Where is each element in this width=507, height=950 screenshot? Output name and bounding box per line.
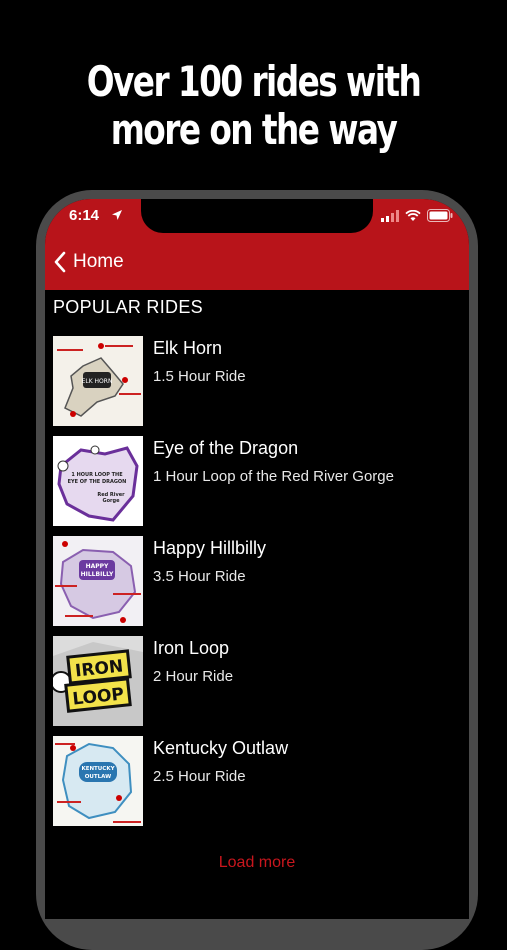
promo-headline: Over 100 rides with more on the way [56,58,451,154]
svg-text:Gorge: Gorge [103,498,121,504]
list-item[interactable]: KENTUCKY OUTLAW Kentucky Outlaw 2.5 Hour… [53,735,463,835]
section-title: POPULAR RIDES [53,297,203,317]
status-time: 6:14 [69,207,100,224]
promo-line-1: Over 100 rides with [86,57,422,106]
happy-hillbilly-map-thumbnail: HAPPY HILLBILLY [53,536,143,626]
load-more-button[interactable]: Load more [45,854,469,872]
svg-text:HAPPY: HAPPY [86,563,109,570]
ride-name: Elk Horn [153,338,223,358]
location-arrow-icon [112,210,122,220]
list-item[interactable]: HAPPY HILLBILLY Happy Hillbilly 3.5 Hour… [53,535,463,635]
list-item[interactable]: IRON LOOP Iron Loop 2 Hour Ride [53,635,463,735]
svg-text:HILLBILLY: HILLBILLY [81,571,114,578]
battery-icon [427,209,453,222]
promo-line-2: more on the way [110,105,398,154]
ride-subtitle: 3.5 Hour Ride [153,568,246,585]
svg-text:OUTLAW: OUTLAW [85,774,111,780]
svg-text:1 HOUR LOOP THE: 1 HOUR LOOP THE [71,472,123,478]
svg-text:EYE OF THE DRAGON: EYE OF THE DRAGON [68,479,127,485]
rides-list: ELK HORN Elk Horn 1.5 Hour Ride 1 HOUR L… [53,335,463,835]
svg-text:ELK HORN: ELK HORN [82,378,113,385]
status-icons [381,209,453,222]
ride-name: Eye of the Dragon [153,438,299,458]
ride-subtitle: 2 Hour Ride [153,668,234,685]
ride-subtitle: 2.5 Hour Ride [153,768,246,785]
list-item[interactable]: 1 HOUR LOOP THE EYE OF THE DRAGON Red Ri… [53,435,463,535]
eye-of-the-dragon-map-thumbnail: 1 HOUR LOOP THE EYE OF THE DRAGON Red Ri… [53,436,143,526]
list-item[interactable]: ELK HORN Elk Horn 1.5 Hour Ride [53,335,463,435]
svg-text:KENTUCKY: KENTUCKY [81,766,115,772]
chevron-left-icon [54,251,66,273]
signal-icon [381,209,399,222]
elk-horn-map-thumbnail: ELK HORN [53,336,143,426]
ride-name: Iron Loop [153,638,230,658]
ride-name: Happy Hillbilly [153,538,267,558]
wifi-icon [405,209,421,221]
back-button[interactable]: Home [53,251,124,273]
phone-notch [141,199,373,233]
phone-screen: 6:14 Home POPULAR RIDES ELK HORN Elk Hor… [45,199,469,919]
back-label: Home [73,251,124,272]
iron-loop-map-thumbnail: IRON LOOP [53,636,143,726]
ride-name: Kentucky Outlaw [153,738,289,758]
ride-subtitle: 1 Hour Loop of the Red River Gorge [153,468,394,485]
ride-subtitle: 1.5 Hour Ride [153,368,246,385]
kentucky-outlaw-map-thumbnail: KENTUCKY OUTLAW [53,736,143,826]
